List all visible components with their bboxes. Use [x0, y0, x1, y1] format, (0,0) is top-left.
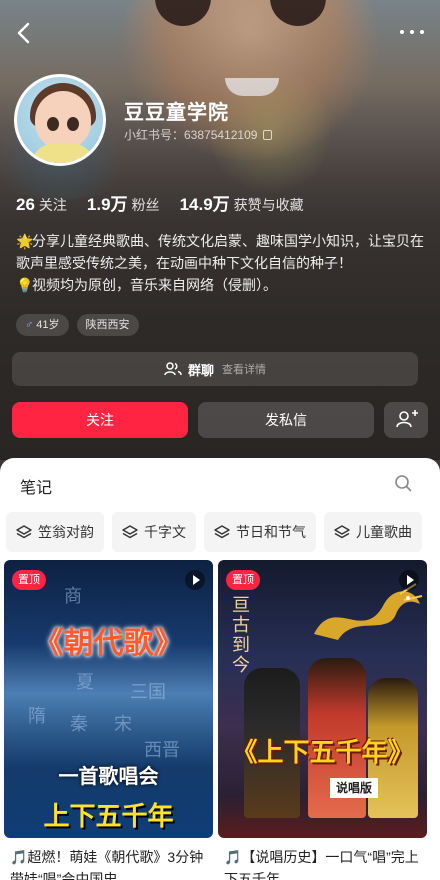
note-card[interactable]: 亘古到今 《上下五千年》 说唱版 置顶 🎵【说唱历史】一口气“唱”完上下五千年 [218, 560, 427, 880]
layers-icon [214, 525, 230, 539]
bio-text: 视频均为原创，音乐来自网络（侵删）。 [32, 277, 277, 293]
cover-vertical-text: 亘古到今 [232, 595, 250, 676]
category-label: 节日和节气 [236, 524, 306, 540]
category-label: 笠翁对韵 [38, 524, 94, 540]
action-buttons: 关注 发私信 [12, 402, 428, 438]
stat-value: 14.9万 [179, 195, 230, 214]
group-chat-label: 群聊 [187, 362, 214, 378]
stat-value: 26 [16, 195, 35, 214]
stat-label: 粉丝 [131, 197, 160, 213]
profile-bio: 🌟分享儿童经典歌曲、传统文化启蒙、趣味国学小知识，让宝贝在歌声里感受传统之美，在… [16, 230, 426, 296]
location-tag: 陕西西安 [76, 314, 139, 336]
bio-line: 🌟分享儿童经典歌曲、传统文化启蒙、趣味国学小知识，让宝贝在歌声里感受传统之美，在… [16, 230, 426, 274]
male-icon: ♂ [25, 319, 34, 331]
avatar-eye [47, 117, 59, 131]
stat-label: 关注 [38, 197, 67, 213]
note-card[interactable]: 商 《朝代歌》 夏 三国 秦 隋 宋 西晋 一首歌唱会 上下五千年 置顶 🎵超燃… [4, 560, 213, 880]
bio-line: 💡视频均为原创，音乐来自网络（侵删）。 [16, 274, 426, 296]
cover-sub-text: 一首歌唱会 [58, 766, 159, 788]
avatar-dress [31, 143, 95, 163]
more-dot-icon [400, 30, 404, 34]
pinned-badge: 置顶 [12, 570, 46, 590]
message-button[interactable]: 发私信 [198, 402, 374, 438]
avatar[interactable] [14, 74, 106, 166]
category-label: 千字文 [144, 524, 186, 540]
video-play-icon [185, 570, 205, 590]
category-tab[interactable]: 笠翁对韵 [6, 512, 104, 552]
red-id-text: 小红书号：63875412109 [124, 128, 258, 142]
notes-sheet: 笔记 笠翁对韵 千字文 节日和节气 儿童歌曲 商 《朝代歌》 夏 三国 秦 隋 … [0, 458, 440, 880]
bio-text: 分享儿童经典歌曲、传统文化启蒙、趣味国学小知识，让宝贝在歌声里感受传统之美，在动… [16, 233, 424, 271]
stat-following[interactable]: 26 关注 [16, 195, 67, 215]
layers-icon [122, 525, 138, 539]
avatar-face [35, 91, 91, 149]
cover-tag-text: 说唱版 [330, 778, 379, 798]
cover-main-text: 《上下五千年》 [231, 738, 414, 768]
category-tabs: 笠翁对韵 千字文 节日和节气 儿童歌曲 [0, 512, 422, 552]
back-button[interactable] [10, 18, 40, 48]
pinned-badge: 置顶 [226, 570, 260, 590]
stat-label: 获赞与收藏 [233, 197, 304, 213]
video-play-icon [399, 570, 419, 590]
chevron-left-icon [17, 22, 30, 44]
layers-icon [16, 525, 32, 539]
cover-main-text: 《朝代歌》 [33, 626, 184, 661]
note-cover[interactable]: 亘古到今 《上下五千年》 说唱版 置顶 [218, 560, 427, 838]
group-icon [164, 362, 182, 376]
category-tab[interactable]: 儿童歌曲 [324, 512, 422, 552]
copy-icon[interactable] [263, 130, 273, 140]
group-chat-bar[interactable]: 群聊 查看详情 [12, 352, 418, 386]
note-title[interactable]: 🎵超燃！萌娃《朝代歌》3分钟带娃“唱”会中国史 [10, 846, 210, 880]
cover-ghost-text: 商 [64, 586, 82, 607]
stat-likes[interactable]: 14.9万 获赞与收藏 [180, 190, 304, 215]
add-user-icon [396, 410, 418, 428]
profile-name: 豆豆童学院 [124, 102, 229, 124]
cover-ghost-text: 宋 [114, 714, 132, 735]
search-icon[interactable] [394, 474, 412, 492]
group-chat-sub: 查看详情 [222, 364, 266, 376]
layers-icon [334, 525, 350, 539]
category-label: 儿童歌曲 [356, 524, 412, 540]
cover-ghost-text: 西晋 [144, 740, 180, 761]
bulb-icon: 💡 [16, 277, 34, 293]
more-dot-icon [410, 30, 414, 34]
more-button[interactable] [398, 22, 428, 42]
age-text: 41岁 [36, 319, 60, 331]
note-cover[interactable]: 商 《朝代歌》 夏 三国 秦 隋 宋 西晋 一首歌唱会 上下五千年 置顶 [4, 560, 213, 838]
star-icon: 🌟 [16, 233, 34, 249]
follow-button[interactable]: 关注 [12, 402, 188, 438]
category-tab[interactable]: 节日和节气 [204, 512, 316, 552]
profile-stats: 26 关注 1.9万 粉丝 14.9万 获赞与收藏 [16, 190, 304, 215]
cover-ghost-text: 三国 [130, 682, 166, 703]
tab-notes[interactable]: 笔记 [20, 474, 52, 498]
age-tag: ♂ 41岁 [16, 314, 69, 336]
stat-followers[interactable]: 1.9万 粉丝 [87, 190, 160, 215]
cover-ghost-text: 隋 [28, 706, 46, 727]
cover-ghost-text: 秦 [70, 714, 88, 735]
avatar-eye [67, 117, 79, 131]
top-bar [0, 14, 440, 54]
red-id[interactable]: 小红书号：63875412109 [124, 126, 273, 143]
add-user-button[interactable] [384, 402, 428, 438]
notes-header: 笔记 [0, 458, 440, 508]
category-tab[interactable]: 千字文 [112, 512, 196, 552]
cover-ghost-text: 夏 [76, 672, 94, 693]
cover-foot-text: 上下五千年 [43, 801, 174, 831]
note-title[interactable]: 🎵【说唱历史】一口气“唱”完上下五千年 [224, 846, 424, 880]
stat-value: 1.9万 [86, 195, 128, 214]
profile-tags: ♂ 41岁 陕西西安 [16, 314, 139, 336]
more-dot-icon [420, 30, 424, 34]
